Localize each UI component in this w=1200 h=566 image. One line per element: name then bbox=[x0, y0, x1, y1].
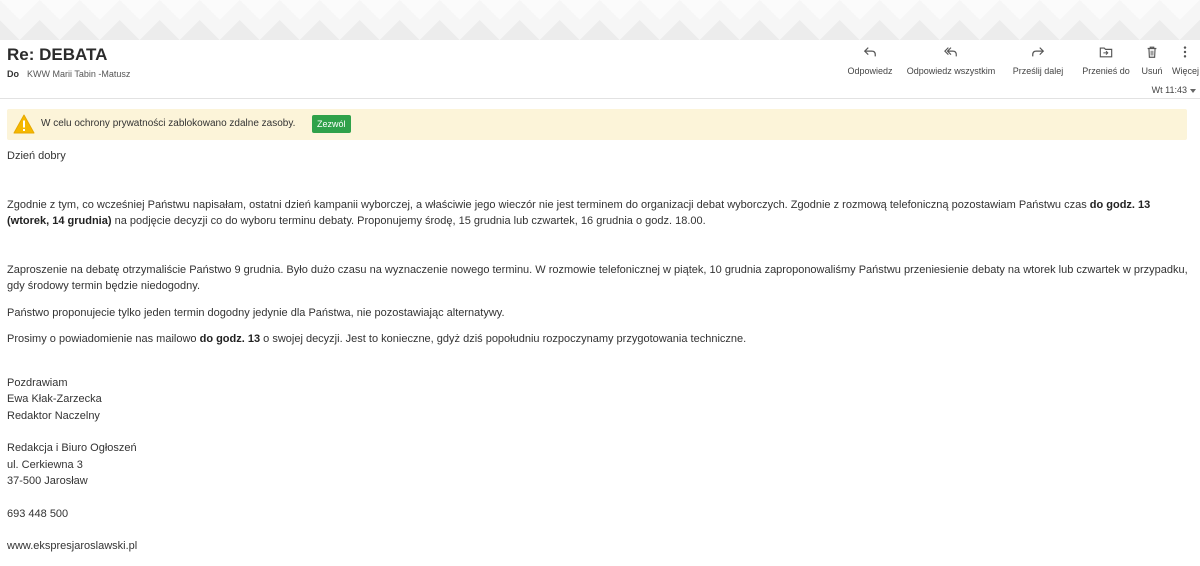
phone-number: 693 448 500 bbox=[7, 507, 69, 520]
forward-label: Prześlij dalej bbox=[1012, 66, 1064, 76]
sender-name: Ewa Kłak-Zarzecka bbox=[7, 393, 102, 405]
reply-all-icon bbox=[944, 47, 957, 57]
more-vertical-icon bbox=[1183, 46, 1187, 58]
sign-greeting: Pozdrawiam bbox=[7, 376, 68, 389]
paragraph-1: Zgodnie z tym, co wcześniej Państwu napi… bbox=[7, 198, 1151, 228]
reply-icon bbox=[863, 47, 876, 57]
forward-button[interactable]: Prześlij dalej bbox=[1006, 43, 1070, 79]
message-header: Re: DEBATA Do KWW Marii Tabin -Matusz Odp… bbox=[0, 40, 1200, 99]
more-label: Więcej bbox=[1172, 66, 1200, 76]
reply-label: Odpowiedz bbox=[847, 66, 893, 76]
to-label: Do bbox=[7, 69, 19, 79]
allow-remote-content-button[interactable]: Zezwól bbox=[312, 115, 351, 133]
move-folder-icon bbox=[1099, 47, 1113, 58]
privacy-banner: W celu ochrony prywatności zablokowano z… bbox=[7, 109, 1187, 140]
forward-icon bbox=[1032, 47, 1045, 57]
recipient-name[interactable]: KWW Marii Tabin -Matusz bbox=[27, 69, 130, 79]
message-body: Dzień dobry Zgodnie z tym, co wcześniej … bbox=[7, 148, 1190, 555]
paragraph-3: Państwo proponujecie tylko jeden termin … bbox=[7, 306, 505, 319]
city-address: 37-500 Jarosław bbox=[7, 475, 88, 487]
delete-label: Usuń bbox=[1141, 66, 1163, 76]
paragraph-4: Prosimy o powiadomienie nas mailowo do g… bbox=[7, 333, 747, 345]
sender-title: Redaktor Naczelny bbox=[7, 409, 100, 422]
reply-button[interactable]: Odpowiedz bbox=[840, 43, 900, 79]
timestamp-text: Wt 11:43 bbox=[1151, 85, 1187, 95]
move-to-button[interactable]: Przenieś do bbox=[1078, 43, 1134, 79]
message-subject: Re: DEBATA bbox=[7, 45, 108, 64]
reply-all-button[interactable]: Odpowiedz wszystkim bbox=[902, 43, 1000, 79]
recipient-line: Do KWW Marii Tabin -Matusz bbox=[7, 69, 130, 79]
street-address: ul. Cerkiewna 3 bbox=[7, 458, 83, 471]
greeting: Dzień dobry bbox=[7, 150, 66, 162]
message-toolbar: Odpowiedz Odpowiedz wszystkim Prześlij d… bbox=[840, 43, 1200, 79]
header-pattern bbox=[0, 0, 1200, 40]
move-to-label: Przenieś do bbox=[1082, 66, 1130, 76]
paragraph-2: Zaproszenie na debatę otrzymaliście Pańs… bbox=[7, 263, 1188, 293]
organization: Redakcja i Biuro Ogłoszeń bbox=[7, 442, 137, 454]
trash-icon bbox=[1147, 46, 1157, 58]
privacy-banner-text: W celu ochrony prywatności zablokowano z… bbox=[41, 118, 296, 129]
chevron-down-icon bbox=[1190, 88, 1196, 93]
delete-button[interactable]: Usuń bbox=[1138, 43, 1166, 79]
deadline-bold-2: do godz. 13 bbox=[199, 333, 261, 345]
website[interactable]: www.ekspresjaroslawski.pl bbox=[7, 538, 1190, 555]
more-button[interactable]: Więcej bbox=[1172, 43, 1200, 79]
reply-all-label: Odpowiedz wszystkim bbox=[906, 66, 996, 76]
warning-icon bbox=[13, 114, 35, 134]
message-timestamp[interactable]: Wt 11:43 bbox=[1152, 85, 1196, 95]
